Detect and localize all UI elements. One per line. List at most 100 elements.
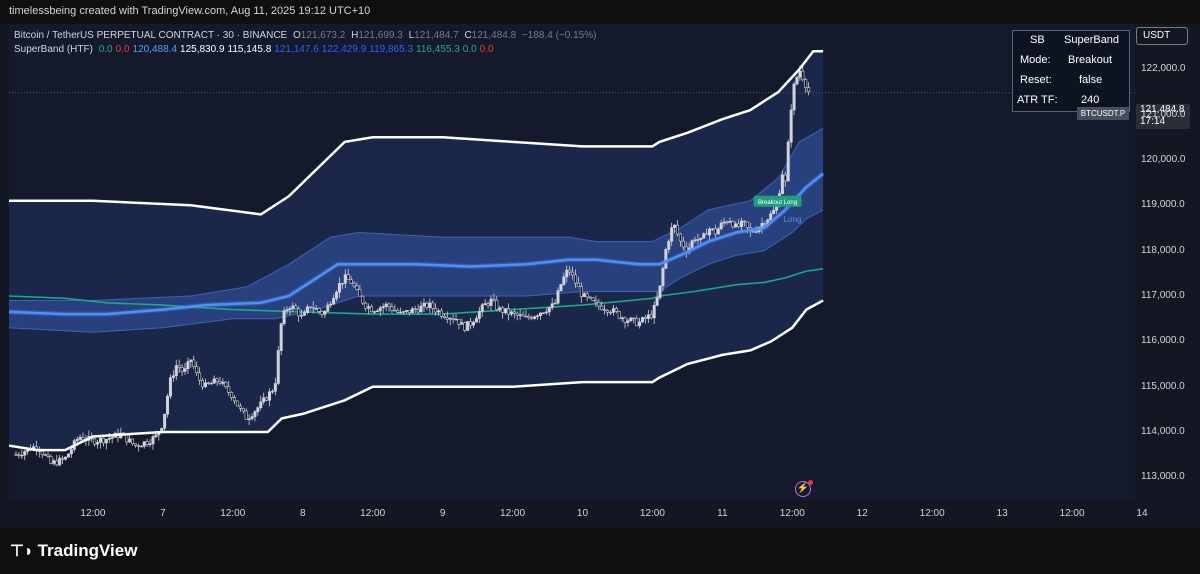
candle-body xyxy=(224,381,228,387)
candle-body xyxy=(431,302,435,309)
price-axis-label: 120,000.0 xyxy=(1141,154,1186,165)
candle-body xyxy=(282,310,286,325)
currency-button[interactable]: USDT xyxy=(1136,27,1188,45)
candle-body xyxy=(294,305,298,310)
candle-body xyxy=(396,310,400,313)
candle-body xyxy=(233,397,237,402)
price-axis-label: 119,000.0 xyxy=(1141,199,1185,211)
candle-body xyxy=(783,174,787,182)
candle-body xyxy=(454,318,458,321)
time-axis-label: 10 xyxy=(576,508,589,519)
candle-body xyxy=(66,453,70,458)
candle-body xyxy=(509,311,513,315)
candle-body xyxy=(474,318,478,323)
candle-body xyxy=(180,367,184,372)
candle-body xyxy=(559,284,563,292)
candle-body xyxy=(597,301,601,307)
candle-body xyxy=(713,228,717,235)
candle-body xyxy=(804,79,808,88)
candle-body xyxy=(247,418,251,420)
candle-body xyxy=(472,321,476,326)
candle-body xyxy=(61,457,65,460)
open-label: O xyxy=(293,30,301,41)
candle-body xyxy=(568,269,572,273)
candle-body xyxy=(335,291,339,299)
candle-body xyxy=(652,305,656,319)
info-key: Mode: xyxy=(1020,54,1051,66)
candle-body xyxy=(792,83,796,111)
candle-body xyxy=(416,309,420,313)
candle-body xyxy=(300,315,304,317)
price-axis-label: 117,000.0 xyxy=(1141,290,1185,301)
candle-body xyxy=(582,293,586,297)
price-axis-label: 118,000.0 xyxy=(1141,244,1185,256)
attribution-text: timelessbeing created with TradingView.c… xyxy=(9,5,371,17)
candle-body xyxy=(705,233,709,236)
candle-body xyxy=(259,401,263,408)
candle-body xyxy=(504,308,508,314)
candle-body xyxy=(69,449,73,455)
candle-body xyxy=(206,382,210,384)
candle-body xyxy=(378,307,382,312)
candle-body xyxy=(407,310,411,314)
candle-body xyxy=(737,223,741,227)
time-axis-label: 12:00 xyxy=(919,508,945,519)
candle-body xyxy=(710,228,714,230)
time-axis-label: 12:00 xyxy=(220,508,246,519)
indicator-value: 116,455.3 xyxy=(416,44,460,55)
candle-body xyxy=(241,408,245,412)
candle-body xyxy=(719,222,723,230)
candle-body xyxy=(632,317,636,320)
candle-body xyxy=(585,293,589,298)
candle-body xyxy=(699,237,703,240)
candle-body xyxy=(268,391,272,401)
candle-body xyxy=(230,392,234,398)
candle-body xyxy=(786,141,790,182)
candle-body xyxy=(565,269,569,278)
candle-body xyxy=(323,311,327,315)
candle-body xyxy=(620,317,624,319)
candle-body xyxy=(174,365,178,377)
candle-body xyxy=(731,221,735,228)
candle-body xyxy=(489,298,493,306)
candle-body xyxy=(370,306,374,313)
price-chart[interactable]: Breakout Long Long xyxy=(9,24,1135,500)
candle-body xyxy=(337,283,341,293)
candle-body xyxy=(49,456,53,464)
candle-body xyxy=(58,457,62,466)
candle-body xyxy=(142,441,146,447)
candle-body xyxy=(539,312,543,316)
indicator-value: 0.0 xyxy=(462,44,477,55)
info-row-mode: Mode: Breakout xyxy=(1013,51,1129,71)
candle-body xyxy=(381,306,385,309)
candle-body xyxy=(20,454,24,457)
candle-body xyxy=(367,306,371,309)
price-axis-label: 121,000.0 xyxy=(1141,108,1186,120)
candle-body xyxy=(148,443,152,445)
candle-body xyxy=(311,307,315,309)
candle-body xyxy=(64,456,68,460)
candle-body xyxy=(308,306,312,308)
candle-body xyxy=(775,206,779,211)
price-axis-label: 114,000.0 xyxy=(1141,426,1185,437)
chart-area[interactable]: Breakout Long Long xyxy=(9,24,1135,500)
indicator-value: 119,865.3 xyxy=(369,44,414,55)
candle-body xyxy=(533,316,537,319)
candle-body xyxy=(675,224,679,235)
time-axis-label: 12:00 xyxy=(360,508,386,519)
indicator-value: 125,830.9 xyxy=(180,44,225,55)
candle-body xyxy=(553,302,557,305)
candle-body xyxy=(527,316,531,319)
candle-body xyxy=(422,302,426,307)
candle-body xyxy=(506,308,510,315)
candle-body xyxy=(696,239,700,241)
candle-body xyxy=(221,381,225,384)
candle-body xyxy=(352,283,356,287)
candle-body xyxy=(227,386,231,393)
candle-body xyxy=(218,381,222,384)
candle-body xyxy=(571,271,575,276)
candle-body xyxy=(460,322,464,325)
candle-body xyxy=(541,312,545,314)
candle-body xyxy=(798,70,802,78)
candle-body xyxy=(425,302,429,308)
